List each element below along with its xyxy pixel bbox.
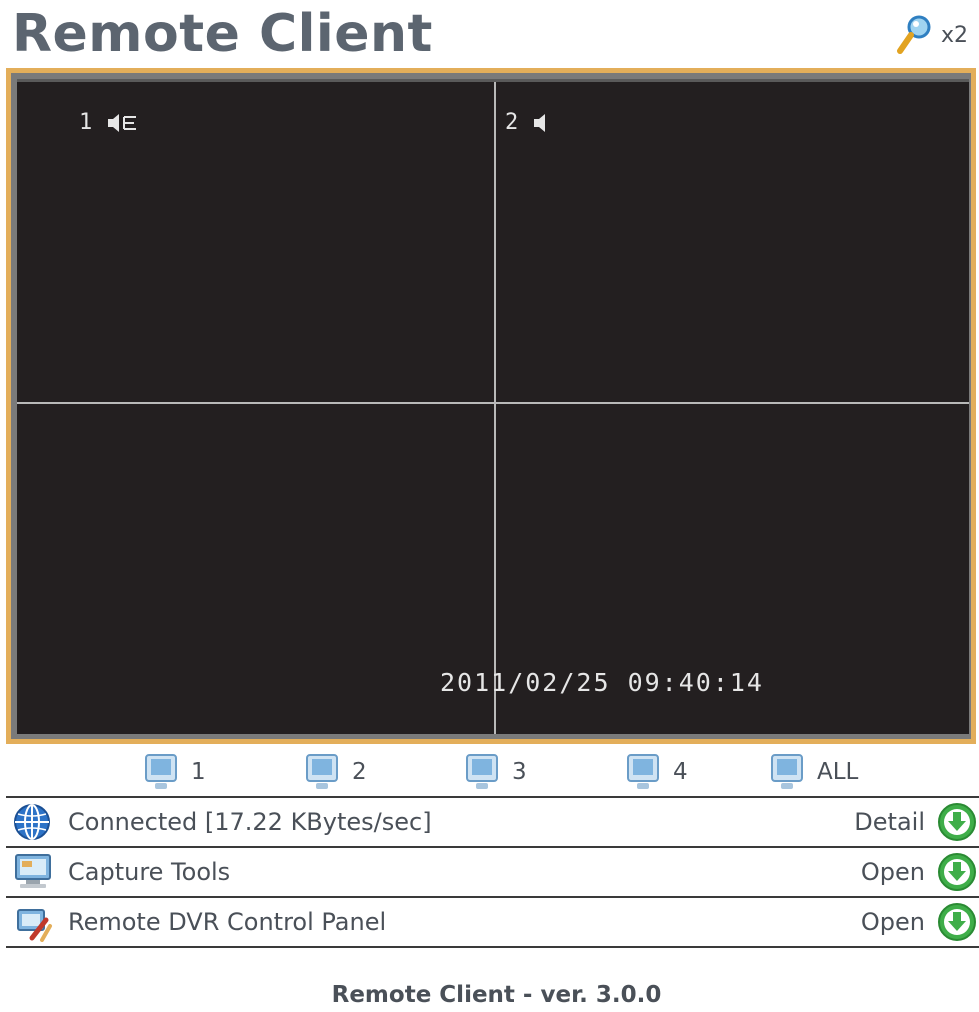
page-title: Remote Client [12, 4, 433, 64]
grid-divider-vertical [494, 82, 496, 734]
version-footer: Remote Client - ver. 3.0.0 [331, 982, 662, 1008]
channel-button-label: 2 [352, 759, 367, 785]
open-button-label: Open [860, 858, 925, 886]
green-down-arrow-icon [938, 903, 976, 941]
channel-2-overlay: 2 [505, 110, 550, 135]
connection-status-text: Connected [17.22 KBytes/sec] [68, 808, 432, 836]
remote-dvr-control-label: Remote DVR Control Panel [68, 908, 387, 936]
monitor-icon [15, 854, 51, 888]
remote-dvr-control-row: Remote DVR Control Panel Open [6, 896, 979, 948]
channel-button-label: 1 [191, 759, 206, 785]
green-down-arrow-icon [938, 853, 976, 891]
channel-button-4[interactable]: 4 [625, 752, 688, 792]
camera-monitor-icon [466, 754, 498, 789]
channel-1-overlay: 1 [79, 110, 142, 135]
channel-button-label: 4 [673, 759, 688, 785]
camera-monitor-icon [306, 754, 338, 789]
channel-button-all[interactable]: ALL [769, 752, 858, 792]
video-viewer[interactable]: 1 2 2011/02/25 09:40:14 [17, 79, 969, 734]
connection-status-row: Connected [17.22 KBytes/sec] Detail [6, 796, 979, 846]
detail-button-label: Detail [854, 808, 925, 836]
channel-2-number: 2 [505, 110, 519, 135]
capture-tools-label: Capture Tools [68, 858, 231, 886]
video-frame: 1 2 2011/02/25 09:40:14 [6, 68, 976, 744]
channel-selector: 1 2 3 4 ALL [0, 748, 979, 794]
channel-button-2[interactable]: 2 [304, 752, 367, 792]
magnifier-icon[interactable] [895, 14, 933, 56]
channel-button-label: ALL [817, 759, 859, 785]
channel-button-1[interactable]: 1 [143, 752, 206, 792]
speaker-icon [534, 113, 546, 132]
channel-button-3[interactable]: 3 [464, 752, 527, 792]
camera-monitor-icon [627, 754, 659, 789]
green-down-arrow-icon [938, 803, 976, 841]
globe-icon [14, 804, 50, 840]
grid-divider-horizontal [17, 402, 969, 404]
open-button-label: Open [860, 908, 925, 936]
channel-1-number: 1 [79, 110, 93, 135]
timestamp: 2011/02/25 09:40:14 [440, 668, 764, 697]
capture-tools-row: Capture Tools Open [6, 846, 979, 896]
camera-monitor-icon [145, 754, 177, 789]
remote-dvr-open-button[interactable]: Open [861, 902, 977, 942]
detail-button[interactable]: Detail [854, 802, 977, 842]
zoom-control[interactable]: x2 [895, 14, 979, 56]
speaker-on-icon [108, 113, 137, 132]
camera-monitor-icon [771, 754, 803, 789]
zoom-level[interactable]: x2 [941, 23, 979, 48]
channel-button-label: 3 [512, 759, 527, 785]
tools-icon [17, 909, 52, 942]
capture-tools-open-button[interactable]: Open [861, 852, 977, 892]
